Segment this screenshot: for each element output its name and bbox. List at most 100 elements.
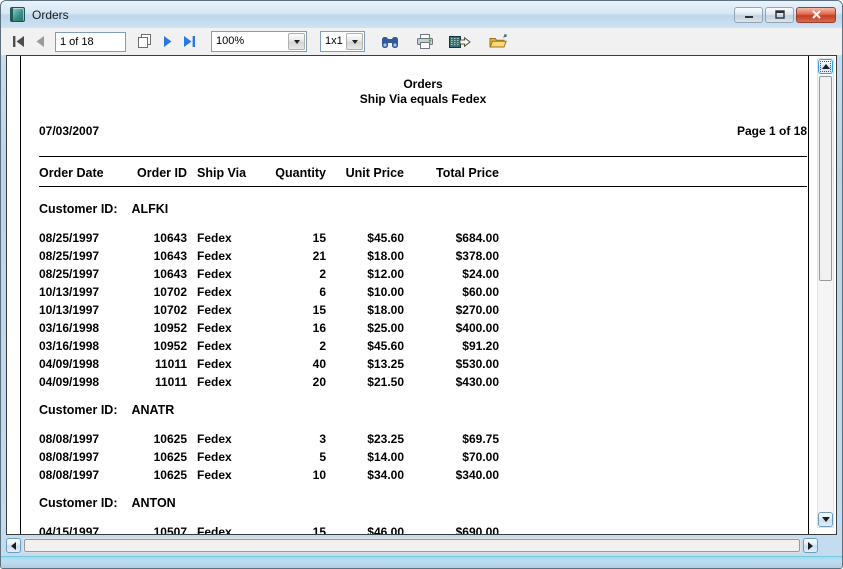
open-report-button[interactable] — [486, 32, 511, 51]
toolbar: 100% 1x1 — [1, 28, 842, 55]
cell: 10625 — [119, 431, 187, 449]
scroll-right-button[interactable] — [803, 538, 818, 553]
cell: $430.00 — [404, 374, 499, 392]
cell: 10702 — [119, 302, 187, 320]
report-page-number: Page 1 of 18 — [737, 124, 807, 138]
column-header-ship-via: Ship Via — [187, 166, 267, 180]
chevron-down-icon — [352, 40, 358, 44]
previous-page-icon — [35, 36, 45, 47]
window-controls — [734, 7, 836, 23]
table-row: 04/15/199710507Fedex15$46.00$690.00 — [39, 524, 807, 535]
cell: $12.00 — [326, 266, 404, 284]
cell: $24.00 — [404, 266, 499, 284]
scroll-down-button[interactable] — [818, 512, 833, 527]
cell: $21.50 — [326, 374, 404, 392]
cell: Fedex — [187, 449, 267, 467]
cell: 10952 — [119, 338, 187, 356]
report-content: Orders Ship Via equals Fedex 07/03/2007 … — [39, 77, 807, 535]
report-title-line2: Ship Via equals Fedex — [39, 92, 807, 107]
divider — [39, 186, 807, 187]
cell: 10643 — [119, 248, 187, 266]
customer-group: Customer ID: ANTON 04/15/199710507Fedex15$… — [39, 496, 807, 535]
cell: 10507 — [119, 524, 187, 535]
vertical-scroll-thumb[interactable] — [819, 76, 832, 281]
orders-window: Orders — [0, 0, 843, 569]
cell: 10/13/1997 — [39, 284, 119, 302]
cell: Fedex — [187, 338, 267, 356]
titlebar[interactable]: Orders — [1, 1, 842, 28]
pages-button[interactable] — [133, 32, 156, 51]
cell: Fedex — [187, 284, 267, 302]
cell: 04/15/1997 — [39, 524, 119, 535]
cell: Fedex — [187, 431, 267, 449]
customer-id-value: ANTON — [131, 496, 175, 510]
scroll-left-button[interactable] — [6, 538, 21, 553]
cell: $14.00 — [326, 449, 404, 467]
last-page-button[interactable] — [180, 34, 199, 49]
horizontal-scroll-thumb[interactable] — [24, 539, 800, 552]
cell: Fedex — [187, 248, 267, 266]
vertical-scrollbar[interactable] — [817, 58, 834, 528]
zoom-combobox[interactable]: 100% — [211, 31, 307, 52]
maximize-button[interactable] — [765, 7, 794, 23]
cell: 10702 — [119, 284, 187, 302]
cell: $45.60 — [326, 338, 404, 356]
cell: $400.00 — [404, 320, 499, 338]
minimize-icon — [744, 10, 754, 19]
page-layout-combobox[interactable]: 1x1 — [320, 31, 365, 52]
cell: $690.00 — [404, 524, 499, 535]
cell: 08/25/1997 — [39, 266, 119, 284]
next-page-button[interactable] — [160, 34, 176, 49]
cell: 15 — [267, 302, 326, 320]
cell: 08/08/1997 — [39, 449, 119, 467]
cell: 08/08/1997 — [39, 467, 119, 485]
horizontal-scrollbar[interactable] — [6, 537, 837, 554]
horizontal-scroll-track[interactable] — [23, 538, 801, 553]
cell: 08/08/1997 — [39, 431, 119, 449]
report-page: Orders Ship Via equals Fedex 07/03/2007 … — [20, 56, 809, 534]
zoom-dropdown-button[interactable] — [288, 33, 305, 50]
column-header-unit-price: Unit Price — [326, 166, 404, 180]
report-title-line1: Orders — [39, 77, 807, 92]
cell: Fedex — [187, 467, 267, 485]
cell: 21 — [267, 248, 326, 266]
cell: Fedex — [187, 266, 267, 284]
customer-group: Customer ID:ANATR08/08/199710625Fedex3$2… — [39, 403, 807, 485]
group-heading: Customer ID:ANATR — [39, 403, 807, 417]
find-button[interactable] — [378, 33, 402, 51]
export-button[interactable] — [446, 33, 474, 51]
print-button[interactable] — [413, 32, 437, 51]
cell: 11011 — [119, 374, 187, 392]
close-icon — [811, 10, 822, 19]
customer-id-label: Customer ID: — [39, 202, 117, 216]
cell: 6 — [267, 284, 326, 302]
minimize-button[interactable] — [734, 7, 763, 23]
page-number-input[interactable] — [55, 32, 126, 52]
cell: $18.00 — [326, 302, 404, 320]
cell: $10.00 — [326, 284, 404, 302]
table-row: 08/25/199710643Fedex21$18.00$378.00 — [39, 248, 807, 266]
cell: 10643 — [119, 266, 187, 284]
open-folder-icon — [489, 34, 508, 49]
next-page-icon — [163, 36, 173, 47]
customer-id-label: Customer ID: — [39, 403, 117, 417]
cell: 40 — [267, 356, 326, 374]
cell: $23.25 — [326, 431, 404, 449]
previous-page-button[interactable] — [32, 34, 48, 49]
cell: 08/25/1997 — [39, 230, 119, 248]
first-page-button[interactable] — [9, 34, 28, 49]
report-viewer: Orders Ship Via equals Fedex 07/03/2007 … — [6, 55, 837, 535]
table-row: 04/09/199811011Fedex40$13.25$530.00 — [39, 356, 807, 374]
table-row: 03/16/199810952Fedex2$45.60$91.20 — [39, 338, 807, 356]
cell: $684.00 — [404, 230, 499, 248]
page-layout-dropdown-button[interactable] — [346, 33, 363, 50]
scroll-up-button[interactable] — [818, 59, 833, 74]
cell: 11011 — [119, 356, 187, 374]
close-button[interactable] — [796, 7, 836, 23]
arrow-left-icon — [11, 542, 16, 550]
page-layout-value: 1x1 — [321, 32, 345, 51]
cell: 16 — [267, 320, 326, 338]
maximize-icon — [775, 10, 785, 19]
customer-group: Customer ID:ALFKI08/25/199710643Fedex15$… — [39, 202, 807, 392]
customer-id-label: Customer ID: — [39, 496, 117, 510]
